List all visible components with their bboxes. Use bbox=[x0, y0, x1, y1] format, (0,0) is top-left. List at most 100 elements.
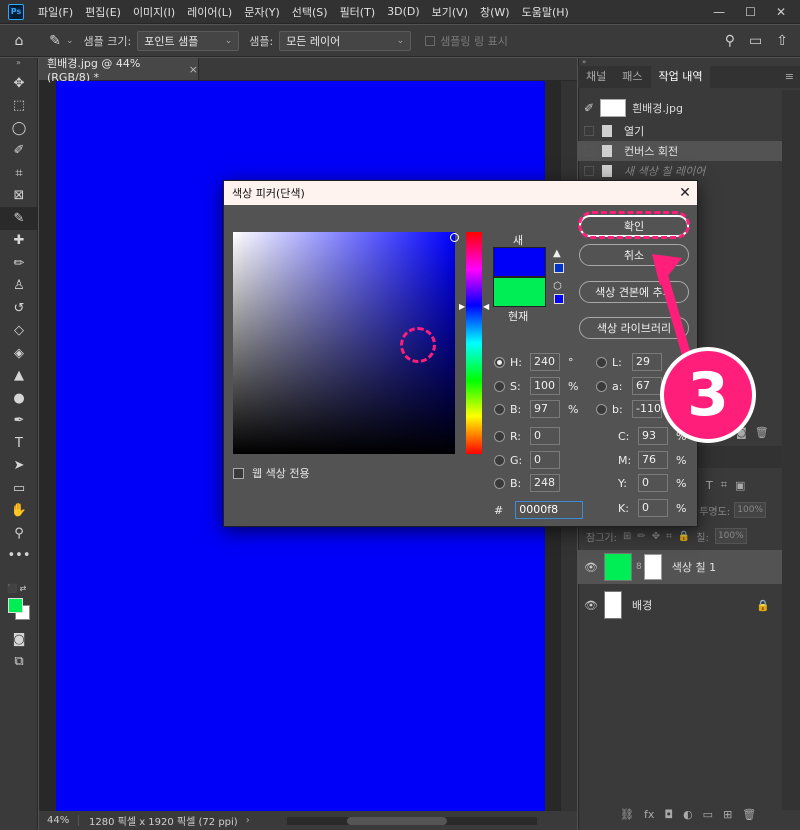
sample-select[interactable]: 모든 레이어 ⌄ bbox=[279, 30, 412, 51]
hue-slider[interactable] bbox=[466, 232, 482, 454]
panel-menu-icon[interactable]: ≡ bbox=[785, 66, 800, 88]
menu-edit[interactable]: 편집(E) bbox=[79, 4, 127, 20]
menu-select[interactable]: 선택(S) bbox=[286, 4, 334, 20]
tab-history[interactable]: 작업 내역 bbox=[650, 66, 711, 88]
hex-input[interactable]: 0000f8 bbox=[515, 501, 584, 519]
marquee-tool-icon[interactable]: ⬚ bbox=[0, 95, 38, 118]
document-tab[interactable]: 흰배경.jpg @ 44% (RGB/8) * × bbox=[39, 57, 199, 84]
color-marker[interactable] bbox=[450, 233, 459, 242]
workspace-icon[interactable]: ▭ bbox=[749, 33, 762, 49]
green-input[interactable]: 0 bbox=[530, 451, 560, 469]
new-layer-icon[interactable]: ⊞ bbox=[723, 808, 732, 821]
eyedropper-tool-icon[interactable]: ✎ bbox=[0, 207, 38, 230]
menu-window[interactable]: 창(W) bbox=[474, 4, 516, 20]
checkbox-box[interactable] bbox=[584, 126, 594, 136]
foreground-color-swatch[interactable] bbox=[8, 598, 23, 613]
current-color-swatch[interactable] bbox=[493, 277, 546, 307]
scroll-thumb[interactable] bbox=[347, 816, 447, 825]
blue-radio[interactable] bbox=[494, 477, 505, 489]
quick-select-tool-icon[interactable]: ✐ bbox=[0, 140, 38, 163]
menu-image[interactable]: 이미지(I) bbox=[127, 4, 181, 20]
black-input[interactable]: 0 bbox=[638, 499, 668, 517]
dodge-tool-icon[interactable]: ● bbox=[0, 387, 38, 410]
menu-filter[interactable]: 필터(T) bbox=[334, 4, 382, 20]
stamp-tool-icon[interactable]: ♙ bbox=[0, 275, 38, 298]
hue-radio[interactable] bbox=[494, 356, 505, 368]
lab-a-input[interactable]: 67 bbox=[632, 377, 662, 395]
link-icon[interactable]: 8 bbox=[636, 562, 642, 572]
brush-tool-icon[interactable]: ✏ bbox=[0, 252, 38, 275]
rectangle-tool-icon[interactable]: ▭ bbox=[0, 477, 38, 500]
home-icon[interactable]: ⌂ bbox=[8, 33, 30, 49]
smart-object-filter-icon[interactable]: ▣ bbox=[735, 479, 745, 492]
close-icon[interactable]: ✕ bbox=[673, 185, 697, 201]
layer-row[interactable]: 👁 8 색상 칠 1 bbox=[578, 550, 782, 584]
history-brush-source-icon[interactable]: ✐ bbox=[584, 101, 594, 115]
panel-collapse-icon[interactable]: » bbox=[578, 58, 800, 66]
group-icon[interactable]: ▭ bbox=[703, 808, 713, 821]
shape-filter-icon[interactable]: ⌗ bbox=[721, 478, 727, 492]
web-safe-swatch[interactable] bbox=[554, 294, 564, 304]
swap-colors-icon[interactable]: ⬛ ⇄ bbox=[7, 584, 26, 593]
lock-pixels-icon[interactable]: ✏ bbox=[637, 531, 645, 542]
lab-a-radio[interactable] bbox=[596, 380, 607, 392]
magenta-input[interactable]: 76 bbox=[638, 451, 668, 469]
history-brush-tool-icon[interactable]: ↺ bbox=[0, 297, 38, 320]
tab-channels[interactable]: 채널 bbox=[578, 66, 614, 88]
more-tools-icon[interactable]: ••• bbox=[0, 545, 38, 568]
fill-input[interactable]: 100% bbox=[714, 528, 747, 544]
share-icon[interactable]: ⇧ bbox=[776, 33, 788, 49]
eraser-tool-icon[interactable]: ◇ bbox=[0, 320, 38, 343]
eyedropper-icon[interactable]: ✎ bbox=[44, 33, 66, 49]
lock-position-icon[interactable]: ✥ bbox=[652, 531, 660, 542]
trash-icon[interactable]: 🗑 bbox=[742, 808, 756, 821]
menu-layer[interactable]: 레이어(L) bbox=[181, 4, 238, 20]
lab-b-input[interactable]: -110 bbox=[632, 400, 662, 418]
checkbox-box[interactable] bbox=[584, 146, 594, 156]
hue-slider-arrow-left-icon[interactable]: ▶ bbox=[459, 302, 465, 311]
history-item[interactable]: 새 색상 칠 레이어 bbox=[578, 161, 782, 181]
out-of-gamut-warning-icon[interactable]: ▲ bbox=[553, 248, 561, 259]
quick-mask-icon[interactable]: ◙ bbox=[0, 628, 38, 651]
red-radio[interactable] bbox=[494, 430, 505, 442]
collapse-icon[interactable]: » bbox=[0, 58, 37, 72]
menu-file[interactable]: 파일(F) bbox=[32, 4, 79, 20]
eye-icon[interactable]: 👁 bbox=[578, 599, 604, 612]
fx-icon[interactable]: fx bbox=[644, 808, 654, 821]
tool-preset-chevron-icon[interactable]: ⌄ bbox=[66, 36, 74, 46]
lasso-tool-icon[interactable]: ◯ bbox=[0, 117, 38, 140]
add-mask-icon[interactable]: ◘ bbox=[664, 808, 673, 821]
menu-type[interactable]: 문자(Y) bbox=[238, 4, 286, 20]
saturation-radio[interactable] bbox=[494, 380, 505, 392]
lab-l-radio[interactable] bbox=[596, 356, 607, 368]
yellow-input[interactable]: 0 bbox=[638, 474, 668, 492]
crop-tool-icon[interactable]: ⌗ bbox=[0, 162, 38, 185]
right-panel-scrollbar[interactable] bbox=[782, 90, 800, 810]
brightness-radio[interactable] bbox=[494, 403, 505, 415]
paint-bucket-tool-icon[interactable]: ◈ bbox=[0, 342, 38, 365]
minimize-button[interactable]: — bbox=[713, 5, 725, 19]
opacity-input[interactable]: 100% bbox=[734, 502, 767, 518]
adjustment-layer-icon[interactable]: ◐ bbox=[683, 808, 693, 821]
menu-help[interactable]: 도움말(H) bbox=[516, 4, 575, 20]
hue-input[interactable]: 240 bbox=[530, 353, 560, 371]
menu-view[interactable]: 보기(V) bbox=[426, 4, 474, 20]
lock-all-icon[interactable]: 🔒 bbox=[678, 531, 690, 542]
lock-artboard-icon[interactable]: ⌗ bbox=[666, 531, 672, 542]
search-icon[interactable]: ⚲ bbox=[725, 33, 735, 49]
type-filter-icon[interactable]: T bbox=[706, 479, 713, 492]
hand-tool-icon[interactable]: ✋ bbox=[0, 500, 38, 523]
blur-tool-icon[interactable]: ▲ bbox=[0, 365, 38, 388]
path-select-tool-icon[interactable]: ➤ bbox=[0, 455, 38, 478]
layer-row[interactable]: 👁 배경 🔒 bbox=[578, 588, 782, 622]
maximize-button[interactable]: ☐ bbox=[745, 5, 756, 19]
green-radio[interactable] bbox=[494, 454, 505, 466]
red-input[interactable]: 0 bbox=[530, 427, 560, 445]
cyan-input[interactable]: 93 bbox=[638, 427, 668, 445]
zoom-level[interactable]: 44% bbox=[39, 815, 79, 826]
brightness-input[interactable]: 97 bbox=[530, 400, 560, 418]
healing-brush-tool-icon[interactable]: ✚ bbox=[0, 230, 38, 253]
web-safe-cube-icon[interactable]: ⬡ bbox=[553, 281, 562, 292]
type-tool-icon[interactable]: T bbox=[0, 432, 38, 455]
eye-icon[interactable]: 👁 bbox=[578, 561, 604, 574]
